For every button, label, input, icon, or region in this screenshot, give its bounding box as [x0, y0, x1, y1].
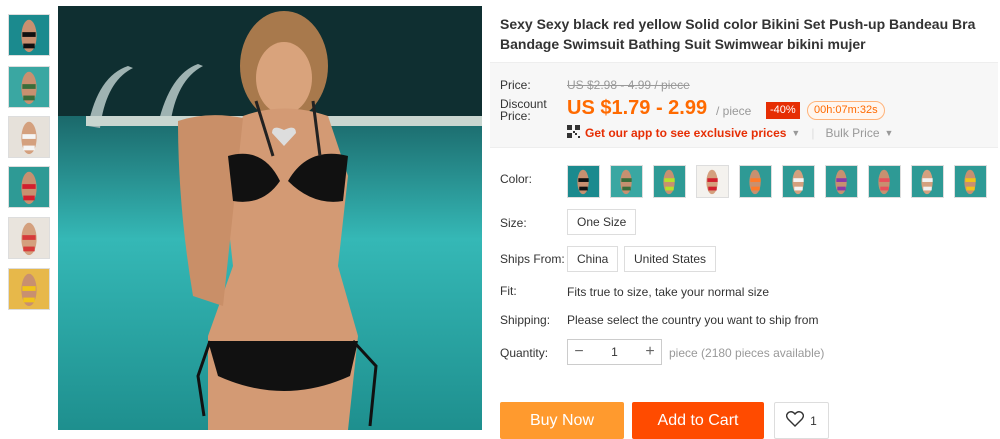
- thumbnail-5[interactable]: [8, 217, 50, 259]
- original-price: US $2.98 - 4.99 / piece: [567, 78, 690, 92]
- thumbnail-3[interactable]: [8, 116, 50, 158]
- quantity-input[interactable]: 1: [590, 345, 639, 359]
- add-to-cart-button[interactable]: Add to Cart: [632, 402, 764, 439]
- quantity-increase-button[interactable]: +: [639, 343, 661, 361]
- price-unit: / piece: [716, 104, 752, 118]
- countdown-timer: 00h:07m:32s: [807, 101, 885, 120]
- ships-from-united-states[interactable]: United States: [624, 246, 717, 272]
- product-info-panel: Sexy Sexy black red yellow Solid color B…: [482, 0, 1000, 439]
- main-product-image[interactable]: [58, 6, 482, 430]
- color-swatch-black[interactable]: [567, 165, 600, 198]
- color-swatch-red[interactable]: [696, 165, 729, 198]
- fit-value: Fits true to size, take your normal size: [567, 285, 770, 299]
- wishlist-button[interactable]: 1: [774, 402, 829, 439]
- wishlist-count: 1: [810, 413, 817, 428]
- qr-code-icon: [567, 125, 580, 141]
- color-swatch-green[interactable]: [610, 165, 643, 198]
- product-page: Sexy Sexy black red yellow Solid color B…: [0, 0, 1000, 439]
- shipping-value: Please select the country you want to sh…: [567, 313, 819, 327]
- color-swatch-white[interactable]: [782, 165, 815, 198]
- price-label: Price:: [500, 78, 531, 92]
- bulk-price-link[interactable]: Bulk Price: [825, 126, 879, 140]
- thumbnail-4[interactable]: [8, 166, 50, 208]
- app-prices-link[interactable]: Get our app to see exclusive prices: [585, 126, 786, 140]
- app-promo-row: Get our app to see exclusive prices ▼ | …: [567, 125, 893, 141]
- thumbnail-6[interactable]: [8, 268, 50, 310]
- color-swatch-yellow[interactable]: [954, 165, 987, 198]
- ships-from-china[interactable]: China: [567, 246, 619, 272]
- price-box: Price: US $2.98 - 4.99 / piece Discount …: [490, 62, 998, 148]
- discount-badge: -40%: [766, 102, 800, 119]
- size-option-one-size[interactable]: One Size: [567, 209, 637, 235]
- shipping-label: Shipping:: [500, 313, 551, 327]
- thumbnail-1[interactable]: [8, 14, 50, 56]
- color-swatch-coral[interactable]: [868, 165, 901, 198]
- quantity-decrease-button[interactable]: −: [568, 343, 590, 361]
- color-swatch-orange[interactable]: [739, 165, 772, 198]
- chevron-down-icon: ▼: [791, 128, 801, 138]
- buy-now-button[interactable]: Buy Now: [500, 402, 624, 439]
- color-swatches: [567, 165, 987, 198]
- chevron-down-icon: ▼: [884, 128, 894, 138]
- divider: |: [811, 126, 815, 140]
- color-swatch-lime[interactable]: [653, 165, 686, 198]
- heart-icon: [786, 411, 805, 430]
- ships-from-label: Ships From:: [500, 252, 565, 266]
- current-price: US $1.79 - 2.99: [567, 97, 708, 119]
- color-swatch-purple[interactable]: [825, 165, 858, 198]
- fit-label: Fit:: [500, 284, 517, 298]
- discount-price-label: Discount Price:: [500, 97, 547, 123]
- quantity-label: Quantity:: [500, 346, 549, 360]
- color-label: Color:: [500, 172, 533, 186]
- color-swatch-blue[interactable]: [911, 165, 944, 198]
- quantity-stepper: − 1 +: [567, 339, 662, 365]
- thumbnail-list: [0, 0, 58, 439]
- thumbnail-2[interactable]: [8, 66, 50, 108]
- quantity-availability: piece (2180 pieces available): [669, 346, 825, 360]
- product-title: Sexy Sexy black red yellow Solid color B…: [500, 16, 976, 52]
- size-label: Size:: [500, 216, 527, 230]
